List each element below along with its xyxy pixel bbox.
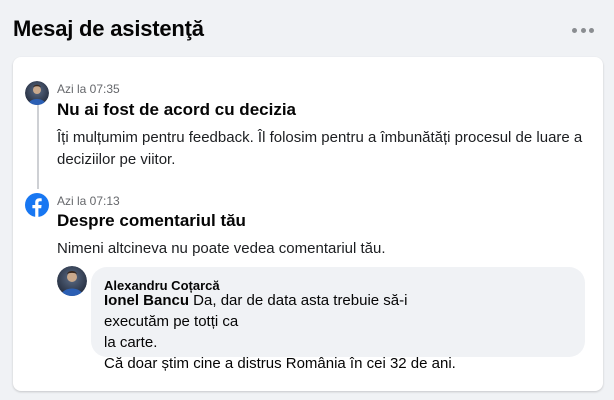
message-title: Despre comentariul tău bbox=[57, 211, 246, 230]
more-options-button[interactable] bbox=[570, 21, 596, 39]
more-dot bbox=[580, 27, 586, 33]
more-horizontal-icon bbox=[572, 27, 577, 33]
comment-author-avatar[interactable] bbox=[57, 266, 87, 296]
comment-text: Ionel Bancu Da, dar de data asta trebuie… bbox=[104, 290, 464, 374]
message-timestamp: Azi la 07:35 bbox=[57, 82, 120, 96]
user-avatar[interactable] bbox=[25, 81, 49, 105]
message-timestamp: Azi la 07:13 bbox=[57, 194, 120, 208]
message-body-line: Îți mulțumim pentru feedback. Îl folosim… bbox=[57, 129, 583, 146]
facebook-logo-icon bbox=[25, 193, 49, 217]
comment-bubble: Alexandru Coțarcă Ionel Bancu Da, dar de… bbox=[91, 267, 585, 372]
message-body-line: deciziilor pe viitor. bbox=[57, 151, 176, 168]
message-body: Îți mulțumim pentru feedback. Îl folosim… bbox=[57, 127, 602, 171]
page-title: Mesaj de asistenţă bbox=[13, 16, 204, 41]
timeline-connector bbox=[37, 101, 39, 189]
mention-link[interactable]: Ionel Bancu bbox=[104, 292, 189, 309]
message-title: Nu ai fost de acord cu decizia bbox=[57, 100, 297, 119]
comment-line: la carte. bbox=[104, 334, 158, 351]
more-dot bbox=[589, 27, 594, 33]
message-body: Nimeni altcineva nu poate vedea comentar… bbox=[57, 240, 386, 257]
page-header: Mesaj de asistenţă bbox=[0, 0, 614, 58]
comment-line: Ionel Bancu Da, dar de data asta trebuie… bbox=[104, 290, 464, 332]
comment-line: Că doar știm cine a distrus România în c… bbox=[104, 355, 456, 372]
